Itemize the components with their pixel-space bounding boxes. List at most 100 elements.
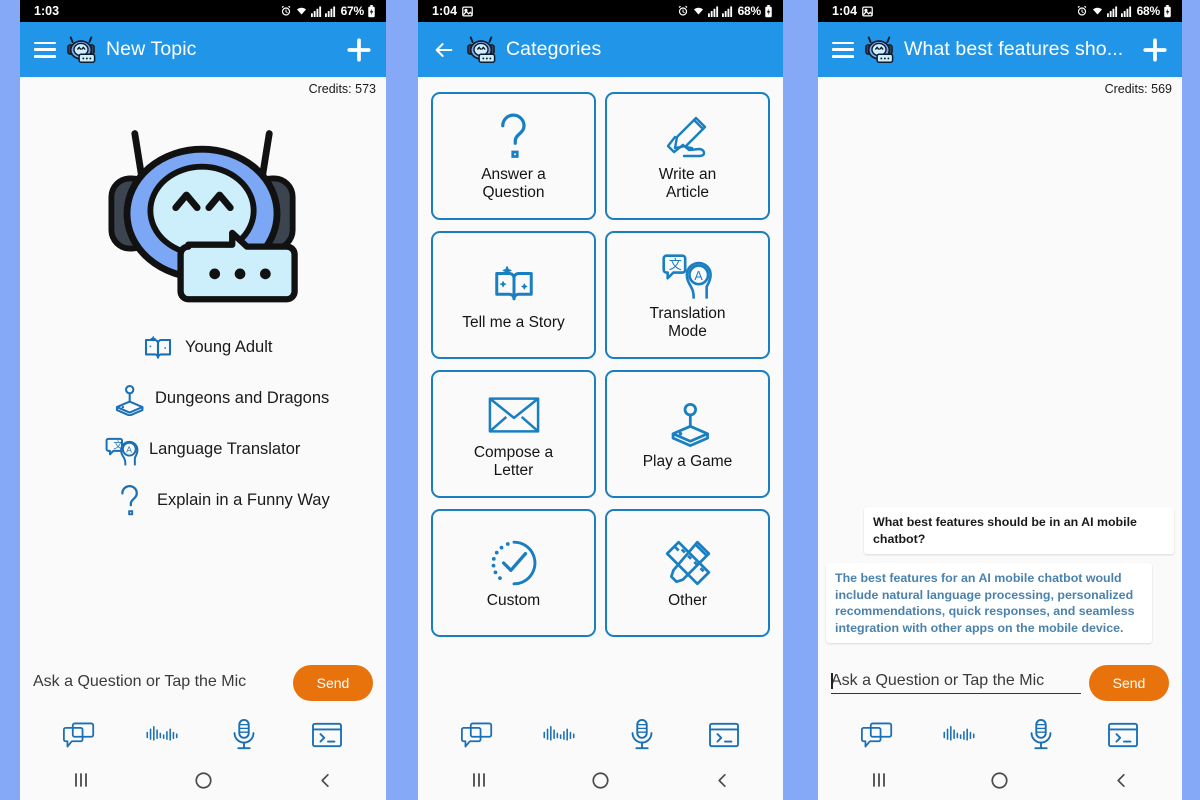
battery-percent: 68%	[1136, 4, 1161, 18]
chat-message-bot: The best features for an AI mobile chatb…	[826, 563, 1152, 643]
plus-icon[interactable]	[346, 37, 372, 63]
app-bar: What best features sho...	[818, 22, 1182, 77]
android-nav-bar	[20, 760, 386, 800]
credits-label: Credits: 569	[818, 77, 1182, 96]
category-answer-a-question[interactable]: Answer a Question	[431, 92, 596, 220]
recents-icon[interactable]	[454, 765, 504, 795]
status-bar-left: 1:04	[832, 4, 873, 18]
category-label: Play a Game	[642, 452, 733, 470]
home-icon[interactable]	[178, 765, 228, 795]
hamburger-icon[interactable]	[832, 41, 854, 58]
open-book-icon	[140, 330, 176, 366]
status-bar-left: 1:04	[432, 4, 473, 18]
topic-item-explain-funny[interactable]: Explain in a Funny Way	[20, 475, 386, 526]
category-label: Compose a Letter	[473, 443, 554, 479]
recents-icon[interactable]	[854, 765, 904, 795]
alarm-icon	[280, 5, 292, 17]
topic-label: Young Adult	[185, 338, 273, 356]
wifi-icon	[295, 5, 308, 17]
joystick-icon	[110, 381, 146, 417]
chat-bubbles-icon[interactable]	[857, 716, 897, 754]
waveform-icon[interactable]	[142, 716, 182, 754]
page-title: What best features sho...	[904, 38, 1124, 60]
category-label: Tell me a Story	[462, 313, 565, 331]
back-icon[interactable]	[300, 765, 350, 795]
back-icon[interactable]	[697, 765, 747, 795]
waveform-icon[interactable]	[939, 716, 979, 754]
chatbot-logo-icon	[467, 35, 496, 63]
status-bar: 1:04 68%	[418, 0, 783, 22]
category-tell-me-a-story[interactable]: Tell me a Story	[431, 231, 596, 359]
microphone-icon[interactable]	[1021, 716, 1061, 754]
screenshot-icon	[862, 6, 873, 17]
battery-percent: 68%	[737, 4, 762, 18]
plus-icon[interactable]	[1142, 37, 1168, 63]
joystick-icon	[662, 398, 714, 450]
signal-icon-1	[310, 5, 322, 17]
tool-row	[418, 710, 783, 760]
status-bar-left: 1:03	[34, 4, 59, 18]
back-arrow-icon[interactable]	[432, 39, 456, 61]
phone-panel-new-topic: 1:03 67% New Topic Credits: 573 Young Ad…	[20, 0, 386, 800]
status-bar-right: 67%	[280, 4, 376, 18]
home-icon[interactable]	[575, 765, 625, 795]
chat-bubbles-icon[interactable]	[457, 716, 497, 754]
back-icon[interactable]	[1096, 765, 1146, 795]
ask-input[interactable]: Ask a Question or Tap the Mic	[831, 672, 1081, 694]
topic-item-young-adult[interactable]: Young Adult	[20, 322, 386, 373]
question-mark-icon	[488, 111, 540, 163]
battery-icon	[764, 4, 773, 18]
topic-label: Explain in a Funny Way	[157, 491, 330, 509]
category-label: Answer a Question	[481, 165, 546, 201]
chat-content: What best features should be in an AI mo…	[818, 96, 1182, 656]
recents-icon[interactable]	[56, 765, 106, 795]
terminal-icon[interactable]	[704, 716, 744, 754]
topic-label: Dungeons and Dragons	[155, 389, 330, 407]
status-time: 1:03	[34, 4, 60, 18]
topic-item-dnd[interactable]: Dungeons and Dragons	[20, 373, 386, 424]
status-bar: 1:03 67%	[20, 0, 386, 22]
category-play-a-game[interactable]: Play a Game	[605, 370, 770, 498]
category-translation-mode[interactable]: 文 A Translation Mode	[605, 231, 770, 359]
chatbot-logo-icon	[67, 35, 96, 63]
message-input-bar: Ask a Question or Tap the Mic Send	[818, 656, 1182, 710]
translate-head-icon: 文 A	[661, 250, 714, 302]
microphone-icon[interactable]	[224, 716, 264, 754]
home-icon[interactable]	[975, 765, 1025, 795]
wifi-icon	[1091, 5, 1104, 17]
hamburger-icon[interactable]	[34, 41, 56, 58]
screenshot-stage: 1:03 67% New Topic Credits: 573 Young Ad…	[0, 0, 1200, 800]
chat-bubbles-icon[interactable]	[59, 716, 99, 754]
status-bar-right: 68%	[677, 4, 773, 18]
message-input-bar: Ask a Question or Tap the Mic Send	[20, 656, 386, 710]
send-button[interactable]: Send	[293, 665, 373, 701]
page-title: New Topic	[106, 38, 197, 60]
status-time: 1:04	[432, 4, 458, 18]
signal-icon-2	[1120, 5, 1132, 17]
page-title: Categories	[506, 38, 602, 60]
category-other[interactable]: Other	[605, 509, 770, 637]
signal-icon-1	[707, 5, 719, 17]
screenshot-icon	[462, 6, 473, 17]
category-custom[interactable]: Custom	[431, 509, 596, 637]
svg-text:A: A	[694, 269, 703, 283]
category-compose-a-letter[interactable]: Compose a Letter	[431, 370, 596, 498]
microphone-icon[interactable]	[622, 716, 662, 754]
waveform-icon[interactable]	[539, 716, 579, 754]
signal-icon-2	[721, 5, 733, 17]
category-write-an-article[interactable]: Write an Article	[605, 92, 770, 220]
send-button[interactable]: Send	[1089, 665, 1169, 701]
phone-panel-chat: 1:04 68% What best features sho... Credi…	[818, 0, 1182, 800]
topic-list: Young Adult Dungeons and Dragons 文 A Lan…	[20, 308, 386, 526]
ask-input[interactable]: Ask a Question or Tap the Mic	[33, 673, 285, 694]
topic-item-language-translator[interactable]: 文 A Language Translator	[20, 424, 386, 475]
tool-row	[20, 710, 386, 760]
terminal-icon[interactable]	[1103, 716, 1143, 754]
chatbot-mascot-icon	[108, 130, 298, 303]
categories-content: Answer a Question Write an Article Tell …	[418, 77, 783, 710]
app-bar: Categories	[418, 22, 783, 77]
phone-panel-categories: 1:04 68% Categories Answer a Question Wr…	[418, 0, 783, 800]
tool-row	[818, 710, 1182, 760]
terminal-icon[interactable]	[307, 716, 347, 754]
open-book-icon	[488, 259, 540, 311]
